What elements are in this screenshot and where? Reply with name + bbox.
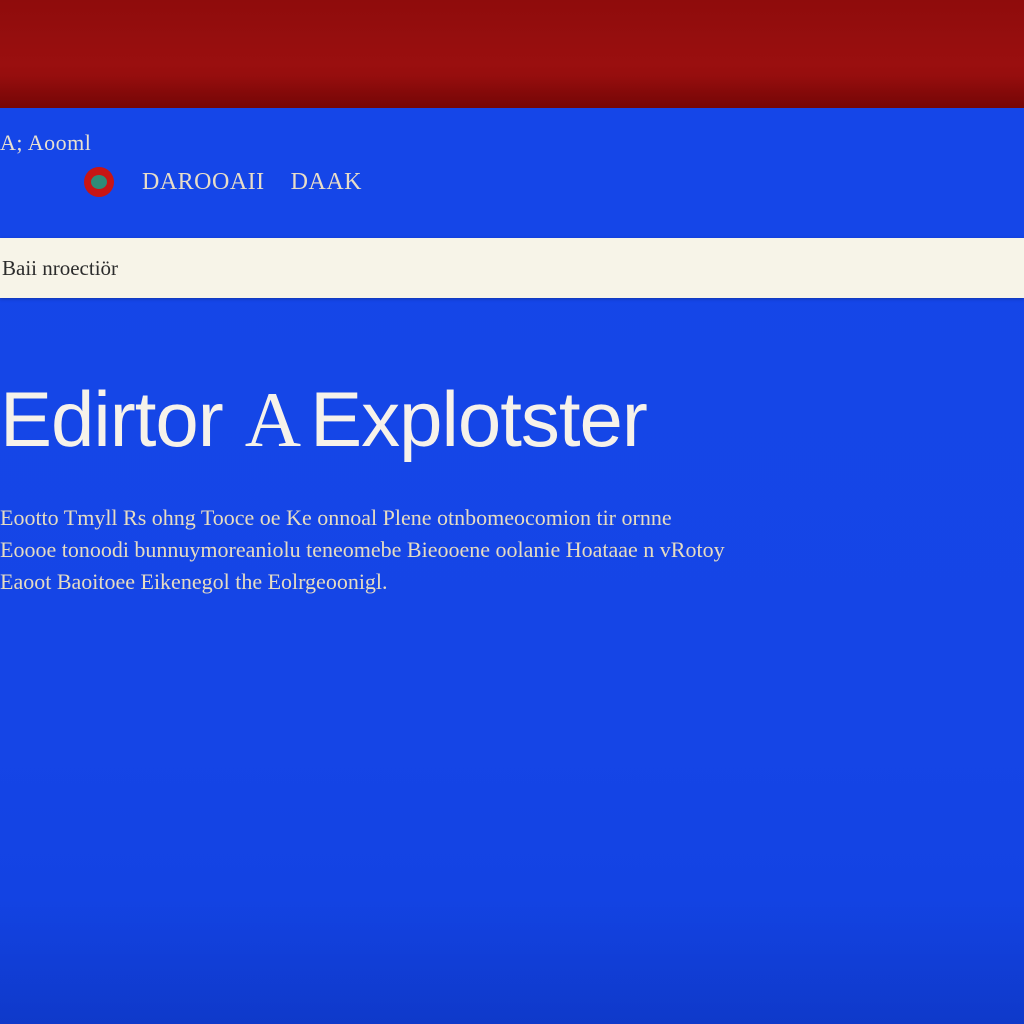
page-title-separator: A [244,376,301,463]
description-line: Eootto Tmyll Rs ohng Tooce oe Ke onnoal … [0,505,672,530]
title-bar-shadow [0,76,1024,108]
logo-inner-mark [91,175,107,189]
brand-title[interactable]: DAROOAII [142,169,265,196]
page-title: Edirtor A Explotster [0,380,648,459]
small-heading: A; Aooml [0,130,92,155]
address-input[interactable]: Baii nroectiör [2,256,118,281]
brand-row: DAROOAII DAAK [84,164,362,200]
page-description: Eootto Tmyll Rs ohng Tooce oe Ke onnoal … [0,502,990,598]
browser-logo-icon[interactable] [84,167,114,197]
description-line: Eaoot Baoitoee Eikenegol the Eolrgeoonig… [0,569,388,594]
brand-subtitle[interactable]: DAAK [291,169,362,196]
page-title-part-1: Edirtor [0,375,224,463]
page-title-part-2: Explotster [310,375,648,463]
address-bar[interactable]: Baii nroectiör [0,238,1024,298]
bottom-shade [0,900,1024,1024]
description-line: Eoooe tonoodi bunnuymoreaniolu teneomebe… [0,537,725,562]
